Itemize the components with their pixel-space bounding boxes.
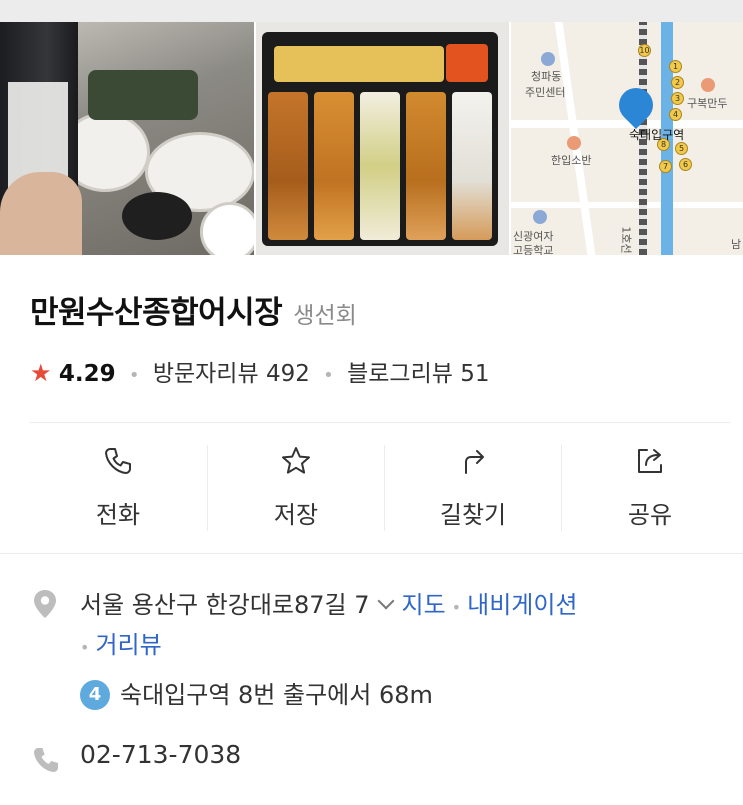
subway-line-badge: 4	[80, 680, 110, 710]
status-strip	[0, 0, 743, 22]
map-station-marker: 7	[659, 160, 672, 173]
place-category: 생선회	[293, 303, 357, 329]
phone-icon	[34, 748, 58, 772]
place-title-row: 만원수산종합어시장 생선회	[30, 287, 357, 331]
subway-info: 4 숙대입구역 8번 출구에서 68m	[80, 675, 433, 710]
fried-item	[406, 92, 446, 240]
directions-button[interactable]: 길찾기	[385, 423, 561, 553]
subway-text: 숙대입구역 8번 출구에서 68m	[120, 681, 433, 709]
separator-dot: •	[451, 598, 462, 617]
map-label: 구복만두	[687, 97, 728, 110]
map-label: 1호선	[619, 226, 633, 254]
fried-item	[452, 92, 492, 240]
chevron-down-icon[interactable]	[377, 592, 394, 610]
call-button[interactable]: 전화	[30, 423, 206, 553]
map-station-marker: 1	[669, 60, 682, 73]
dish	[88, 70, 198, 120]
address-text: 서울 용산구 한강대로87길 7	[80, 591, 370, 619]
divider	[0, 553, 743, 554]
location-map[interactable]: 10 1 2 3 4 8 5 6 7 청파동 주민센터 구복만두 숙대입구역 한…	[511, 22, 743, 255]
map-label: 청파동	[531, 70, 562, 83]
plate	[200, 202, 254, 255]
map-station-marker: 6	[679, 158, 692, 171]
phone-number[interactable]: 02-713-7038	[80, 740, 241, 769]
fried-item	[314, 92, 354, 240]
call-button-label: 전화	[95, 501, 141, 529]
separator-dot: •	[128, 365, 140, 386]
address-line: 서울 용산구 한강대로87길 7 지도 • 내비게이션	[80, 585, 578, 620]
map-poi-icon	[541, 52, 555, 66]
map-station-marker: 3	[671, 92, 684, 105]
street-view-link[interactable]: 거리뷰	[95, 631, 161, 659]
map-station-marker: 5	[675, 142, 688, 155]
map-label: 고등학교	[513, 244, 554, 255]
map-poi-icon	[567, 136, 581, 150]
address-line-2: • 거리뷰	[74, 625, 162, 660]
roe	[446, 44, 488, 82]
action-bar: 전화 저장 길찾기 공유	[30, 423, 735, 553]
directions-button-label: 길찾기	[439, 501, 507, 529]
share-icon	[638, 449, 662, 473]
place-name: 만원수산종합어시장	[30, 295, 283, 331]
map-station-marker: 4	[669, 108, 682, 121]
chips	[274, 46, 444, 82]
sauce-bowl	[122, 192, 192, 240]
map-poi-icon	[701, 78, 715, 92]
map-road	[511, 202, 743, 208]
map-station-marker: 10	[638, 44, 651, 57]
fried-item	[360, 92, 400, 240]
map-poi-icon	[533, 210, 547, 224]
star-icon	[282, 447, 310, 474]
save-button-label: 저장	[273, 501, 319, 529]
map-label: 한입소반	[551, 154, 592, 167]
visitor-reviews-link[interactable]: 방문자리뷰 492	[153, 361, 310, 387]
separator-dot: •	[323, 365, 334, 386]
photo-food-box[interactable]	[256, 22, 509, 255]
separator-dot: •	[80, 638, 90, 657]
phone-icon	[105, 448, 131, 474]
map-station-marker: 2	[671, 76, 684, 89]
hand	[0, 172, 82, 255]
fried-item	[268, 92, 308, 240]
map-link[interactable]: 지도	[402, 591, 446, 619]
map-label: 숙대입구역	[629, 128, 685, 142]
map-road	[511, 120, 743, 128]
rating-score: 4.29	[58, 361, 116, 387]
photo-dining-table[interactable]	[0, 22, 254, 255]
location-pin-icon	[34, 590, 56, 618]
share-button-label: 공유	[627, 501, 673, 529]
photo-gallery[interactable]: 10 1 2 3 4 8 5 6 7 청파동 주민센터 구복만두 숙대입구역 한…	[0, 22, 743, 255]
blog-reviews-link[interactable]: 블로그리뷰 51	[347, 361, 489, 387]
map-label: 남	[731, 238, 742, 251]
rating-row: ★ 4.29 • 방문자리뷰 492 • 블로그리뷰 51	[30, 354, 489, 388]
navigation-link[interactable]: 내비게이션	[467, 591, 577, 619]
rating-star-icon: ★	[30, 359, 52, 387]
map-label: 주민센터	[525, 86, 566, 99]
share-button[interactable]: 공유	[562, 423, 738, 553]
save-button[interactable]: 저장	[208, 423, 384, 553]
directions-icon	[465, 450, 484, 474]
